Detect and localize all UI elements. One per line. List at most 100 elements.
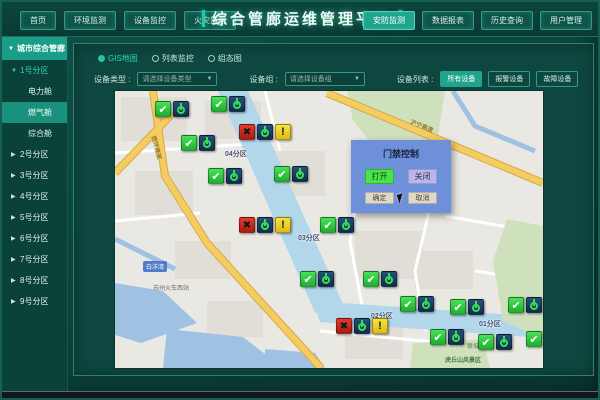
cancel-button[interactable]: 取消	[408, 192, 437, 204]
power-icon[interactable]	[173, 101, 189, 117]
radio-selected-icon	[98, 55, 105, 62]
status-ok-icon[interactable]: ✔	[181, 135, 197, 151]
sidebar-item-电力舱[interactable]: 电力舱	[2, 81, 67, 102]
status-ok-icon[interactable]: ✔	[363, 271, 379, 287]
view-mode-label: 列表监控	[162, 53, 194, 64]
status-ok-icon[interactable]: ✔	[478, 334, 494, 350]
device-marker-ok[interactable]: ✔	[300, 271, 334, 287]
device-filter-报警设备[interactable]: 报警设备	[488, 71, 530, 87]
sidebar-item-label: 5号分区	[20, 212, 48, 223]
chevron-right-icon: ▶	[11, 193, 17, 200]
sidebar-item-燃气舱[interactable]: 燃气舱	[2, 102, 67, 123]
view-mode-组态图[interactable]: 组态图	[208, 53, 242, 64]
power-icon[interactable]	[381, 271, 397, 287]
device-marker-ok[interactable]: ✔	[508, 297, 542, 313]
warning-icon[interactable]: !	[275, 124, 291, 140]
warning-icon[interactable]: !	[372, 318, 388, 334]
sidebar-item-3号分区[interactable]: ▶3号分区	[2, 165, 67, 186]
status-ok-icon[interactable]: ✔	[300, 271, 316, 287]
door-open-button[interactable]: 打开	[365, 169, 394, 184]
power-stem	[361, 320, 363, 327]
map-container[interactable]: ✔✔✔✖!✔✔✖!✔✔✔✔✖!✔✔✔✔✔04分区03分区02分区01分区西环高架…	[115, 91, 543, 368]
status-ok-icon[interactable]: ✔	[208, 168, 224, 184]
device-marker-ok[interactable]: ✔	[208, 168, 242, 184]
view-mode-GIS地图[interactable]: GIS地图	[98, 53, 138, 64]
sidebar-item-5号分区[interactable]: ▶5号分区	[2, 207, 67, 228]
status-ok-icon[interactable]: ✔	[320, 217, 336, 233]
device-marker-ok[interactable]: ✔	[450, 299, 484, 315]
device-marker-ok[interactable]: ✔	[211, 96, 245, 112]
status-ok-icon[interactable]: ✔	[274, 166, 290, 182]
device-marker-ok[interactable]: ✔	[274, 166, 308, 182]
sidebar-item-9号分区[interactable]: ▶9号分区	[2, 291, 67, 312]
nav-button-环境监测[interactable]: 环境监测	[64, 11, 116, 30]
power-icon[interactable]	[418, 296, 434, 312]
status-fault-icon[interactable]: ✖	[239, 217, 255, 233]
sidebar-item-1号分区[interactable]: ▼1号分区	[2, 60, 67, 81]
power-icon[interactable]	[468, 299, 484, 315]
power-icon[interactable]	[226, 168, 242, 184]
chevron-right-icon: ▶	[11, 298, 17, 305]
sidebar-item-2号分区[interactable]: ▶2号分区	[2, 144, 67, 165]
device-marker-ok[interactable]: ✔	[181, 135, 215, 151]
chevron-right-icon: ▶	[11, 172, 17, 179]
power-icon[interactable]	[257, 124, 273, 140]
sidebar-item-6号分区[interactable]: ▶6号分区	[2, 228, 67, 249]
device-group-select[interactable]: 请选择设备组 ▼	[285, 72, 365, 86]
sidebar-item-综合舱[interactable]: 综合舱	[2, 123, 67, 144]
device-marker-fault[interactable]: ✖!	[239, 124, 291, 140]
device-marker-ok[interactable]: ✔	[478, 334, 512, 350]
power-icon[interactable]	[199, 135, 215, 151]
device-marker-fault[interactable]: ✖!	[239, 217, 291, 233]
power-icon[interactable]	[338, 217, 354, 233]
status-ok-icon[interactable]: ✔	[211, 96, 227, 112]
nav-button-用户管理[interactable]: 用户管理	[540, 11, 592, 30]
sidebar-item-8号分区[interactable]: ▶8号分区	[2, 270, 67, 291]
device-marker-ok[interactable]: ✔	[363, 271, 397, 287]
device-marker-ok[interactable]: ✔	[320, 217, 354, 233]
device-marker-ok[interactable]: ✔	[430, 329, 464, 345]
device-marker-ok[interactable]: ✔	[400, 296, 434, 312]
nav-button-数据报表[interactable]: 数据报表	[422, 11, 474, 30]
door-close-button[interactable]: 关闭	[408, 169, 437, 184]
power-icon[interactable]	[526, 297, 542, 313]
device-group-value: 请选择设备组	[290, 74, 332, 84]
power-stem	[233, 170, 235, 177]
device-marker-ok[interactable]: ✔	[155, 101, 189, 117]
status-fault-icon[interactable]: ✖	[336, 318, 352, 334]
nav-button-首页[interactable]: 首页	[20, 11, 56, 30]
chevron-right-icon: ▶	[11, 256, 17, 263]
device-type-select[interactable]: 请选择设备类型 ▼	[137, 72, 217, 86]
status-ok-icon[interactable]: ✔	[155, 101, 171, 117]
device-marker-ok[interactable]: ✔	[526, 331, 543, 347]
power-icon[interactable]	[448, 329, 464, 345]
power-icon[interactable]	[496, 334, 512, 350]
street-label-虎丘山风景区: 虎丘山风景区	[445, 355, 481, 364]
power-icon[interactable]	[257, 217, 273, 233]
street-label-白洋湾: 白洋湾	[143, 261, 167, 272]
nav-button-历史查询[interactable]: 历史查询	[481, 11, 533, 30]
sidebar-root-city-gallery[interactable]: ▼ 城市综合管廊	[2, 37, 67, 60]
device-marker-fault[interactable]: ✖!	[336, 318, 388, 334]
access-control-dialog: 门禁控制 打开 关闭 确定 取消	[351, 140, 451, 213]
device-list-filter-buttons: 所有设备报警设备故障设备	[440, 71, 578, 87]
nav-button-安防监测[interactable]: 安防监测	[363, 11, 415, 30]
nav-button-设备监控[interactable]: 设备监控	[124, 11, 176, 30]
power-icon[interactable]	[318, 271, 334, 287]
device-filter-所有设备[interactable]: 所有设备	[440, 71, 482, 87]
status-ok-icon[interactable]: ✔	[526, 331, 542, 347]
warning-icon[interactable]: !	[275, 217, 291, 233]
status-fault-icon[interactable]: ✖	[239, 124, 255, 140]
status-ok-icon[interactable]: ✔	[508, 297, 524, 313]
power-icon[interactable]	[354, 318, 370, 334]
ok-button[interactable]: 确定	[365, 192, 394, 204]
sidebar-item-4号分区[interactable]: ▶4号分区	[2, 186, 67, 207]
power-icon[interactable]	[292, 166, 308, 182]
status-ok-icon[interactable]: ✔	[430, 329, 446, 345]
power-icon[interactable]	[229, 96, 245, 112]
sidebar-item-7号分区[interactable]: ▶7号分区	[2, 249, 67, 270]
view-mode-列表监控[interactable]: 列表监控	[152, 53, 194, 64]
device-filter-故障设备[interactable]: 故障设备	[536, 71, 578, 87]
status-ok-icon[interactable]: ✔	[400, 296, 416, 312]
status-ok-icon[interactable]: ✔	[450, 299, 466, 315]
